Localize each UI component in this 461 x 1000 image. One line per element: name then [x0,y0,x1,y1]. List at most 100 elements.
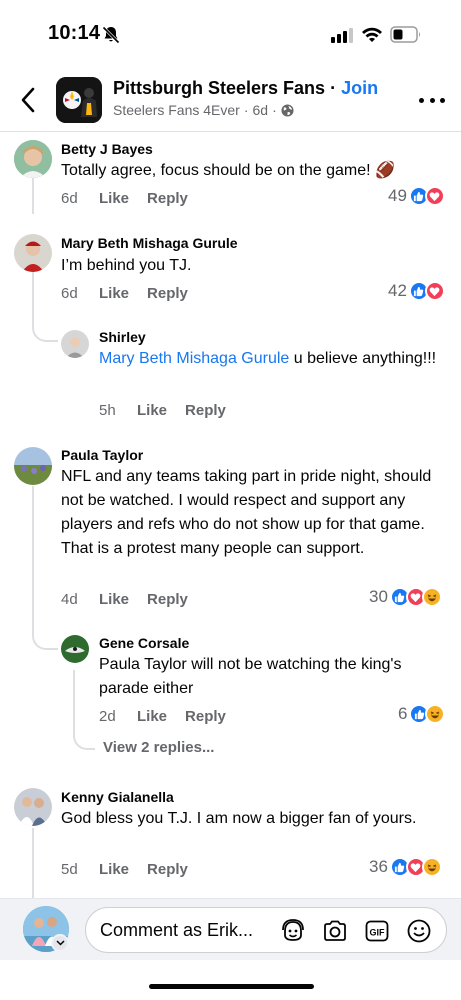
reaction-summary[interactable]: 42 [388,281,445,301]
wifi-icon [362,27,382,42]
emoji-icon[interactable] [406,918,432,944]
comment-text: God bless you T.J. I am now a bigger fan… [61,810,417,827]
reaction-count: 42 [388,281,407,300]
reaction-summary[interactable]: 30 [369,587,442,607]
love-reaction-icon [424,281,445,301]
join-link[interactable]: Join [341,78,378,98]
reaction-count: 30 [369,587,388,606]
more-options-button[interactable] [419,90,445,110]
comment-author[interactable]: Mary Beth Mishaga Gurule [61,235,238,251]
bell-slash-icon [102,26,120,44]
like-button[interactable]: Like [137,708,167,725]
reaction-summary[interactable]: 6 [398,704,446,724]
reply-actions: 5h Like Reply [99,402,226,419]
dot-separator: · [243,102,249,118]
reply-button[interactable]: Reply [147,285,188,302]
comment-input[interactable]: Comment as Erik... GIF [85,907,447,953]
comment-text: NFL and any teams taking part in pride n… [61,468,432,557]
reply-connector [73,722,95,750]
comment-composer: Comment as Erik... GIF [0,898,461,960]
avatar[interactable] [61,635,89,663]
camera-icon[interactable] [322,918,348,944]
chevron-left-icon [21,87,35,113]
reply-connector [32,318,58,342]
reply-button[interactable]: Reply [185,708,226,725]
profile-photo [14,447,52,485]
avatar[interactable] [14,234,52,272]
like-button[interactable]: Like [99,190,129,207]
battery-icon [390,26,420,43]
reply-body: u believe anything!!! [289,350,437,367]
post-time: 6d [252,102,269,118]
view-replies-link[interactable]: View 2 replies... [103,739,214,756]
comment-author[interactable]: Betty J Bayes [61,141,153,157]
reaction-count: 49 [388,186,407,205]
reply-button[interactable]: Reply [147,591,188,608]
reaction-count: 6 [398,704,408,723]
comment-actions: 4d Like Reply [61,591,188,608]
comment-actions: 5d Like Reply [61,861,188,878]
chevron-down-icon [55,940,65,946]
profile-photo [14,234,52,272]
reply-time: 5h [99,402,116,419]
reply-actions: 2d Like Reply [99,708,226,725]
group-avatar[interactable] [56,77,102,123]
comment-body: Totally agree, focus should be on the ga… [61,162,371,179]
comment-text: I’m behind you TJ. [61,257,192,274]
avatar-sticker-icon[interactable] [280,918,306,944]
thread-line [32,828,34,898]
avatar[interactable] [14,447,52,485]
status-bar: 10:14 [0,0,461,66]
comment-placeholder: Comment as Erik... [100,920,254,940]
reply-button[interactable]: Reply [147,190,188,207]
reaction-summary[interactable]: 49 [388,186,445,206]
reaction-count: 36 [369,857,388,876]
reply-author[interactable]: Gene Corsale [99,635,189,651]
globe-icon [281,103,294,117]
profile-photo [61,635,89,663]
post-subtitle: Steelers Fans 4Ever · 6d · [113,102,294,118]
reply-button[interactable]: Reply [147,861,188,878]
gif-icon[interactable]: GIF [364,918,390,944]
group-name[interactable]: Pittsburgh Steelers Fans [113,78,325,98]
home-indicator[interactable] [149,984,314,989]
reply-text: Mary Beth Mishaga Gurule u believe anyth… [99,347,439,371]
switch-profile-button[interactable] [51,934,69,952]
comment-time: 6d [61,285,78,302]
post-author[interactable]: Steelers Fans 4Ever [113,102,240,118]
status-time: 10:14 [48,22,101,44]
steelers-logo-icon [56,77,102,123]
avatar[interactable] [61,330,89,358]
profile-photo [14,140,52,178]
svg-text:GIF: GIF [370,928,386,938]
bottom-safe-area [0,960,461,1000]
back-button[interactable] [14,84,42,116]
avatar[interactable] [14,140,52,178]
comment-time: 5d [61,861,78,878]
profile-photo [61,330,89,358]
more-dot [429,97,435,103]
more-dot [440,97,445,103]
haha-reaction-icon [425,704,446,724]
reply-author[interactable]: Shirley [99,329,146,345]
reply-button[interactable]: Reply [185,402,226,419]
profile-photo [14,788,52,826]
reply-time: 2d [99,708,116,725]
more-dot [419,97,424,103]
comment-actions: 6d Like Reply [61,190,188,207]
comment-time: 4d [61,591,78,608]
like-button[interactable]: Like [99,591,129,608]
thread-line [32,272,34,320]
title-separator: · [325,78,342,98]
like-button[interactable]: Like [99,285,129,302]
like-button[interactable]: Like [99,861,129,878]
like-button[interactable]: Like [137,402,167,419]
mention-link[interactable]: Mary Beth Mishaga Gurule [99,350,289,367]
avatar[interactable] [14,788,52,826]
comment-text: Totally agree, focus should be on the ga… [61,159,446,183]
comment-author[interactable]: Kenny Gialanella [61,789,174,805]
cellular-signal-icon [331,28,353,43]
reaction-summary[interactable]: 36 [369,857,442,877]
comment-author[interactable]: Paula Taylor [61,447,143,463]
group-header: Pittsburgh Steelers Fans · Join Steelers… [0,66,461,132]
